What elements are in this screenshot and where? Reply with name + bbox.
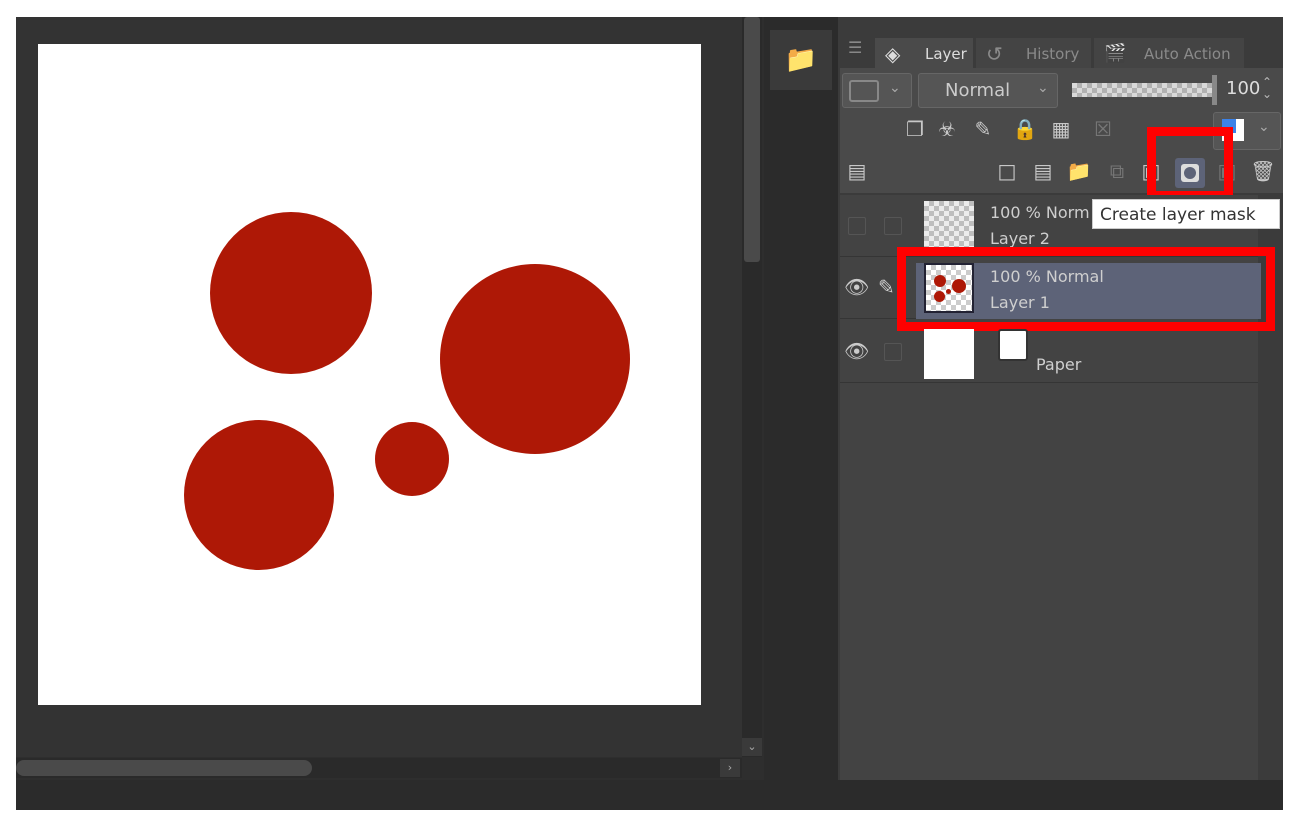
- red-circle: [375, 422, 449, 496]
- edit-toggle[interactable]: [884, 343, 902, 361]
- reference-layer-icon[interactable]: ☣: [932, 114, 962, 144]
- paper-icon: [998, 329, 1028, 361]
- tab-history[interactable]: ↺ History: [976, 38, 1091, 68]
- blend-mode-dropdown[interactable]: Normal ⌄: [918, 73, 1058, 108]
- chevron-down-icon: ⌄: [1037, 80, 1049, 96]
- layer-list-toggle-icon[interactable]: ▤: [842, 156, 872, 186]
- horizontal-scroll-thumb[interactable]: [16, 760, 312, 776]
- pencil-icon[interactable]: ✎: [878, 275, 895, 299]
- trash-icon[interactable]: 🗑: [1248, 156, 1278, 186]
- new-raster-layer-icon[interactable]: □: [992, 156, 1022, 186]
- highlight-create-mask: [1147, 127, 1233, 200]
- tab-auto-action[interactable]: 🎬 Auto Action: [1094, 38, 1244, 68]
- red-circle: [184, 420, 334, 570]
- opacity-value[interactable]: 100: [1226, 78, 1260, 99]
- eye-icon[interactable]: 👁: [844, 339, 869, 363]
- highlight-layer-1: [897, 247, 1275, 331]
- edit-toggle[interactable]: [884, 217, 902, 235]
- layer-thumbnail: [924, 201, 974, 251]
- clapper-icon: 🎬: [1104, 43, 1127, 64]
- red-circle: [210, 212, 372, 374]
- layer-info: 100 % Norm: [990, 203, 1090, 222]
- scroll-right-icon[interactable]: ›: [720, 759, 740, 777]
- draft-layer-icon[interactable]: ✎: [968, 114, 998, 144]
- chevron-down-icon: ⌄: [889, 80, 901, 96]
- eye-icon[interactable]: 👁: [844, 275, 869, 299]
- chevron-down-icon: ⌄: [1258, 119, 1270, 135]
- tooltip: Create layer mask: [1092, 199, 1280, 229]
- red-circle: [440, 264, 630, 454]
- status-bar: [16, 780, 1283, 810]
- canvas-paper[interactable]: [38, 44, 701, 705]
- visibility-toggle[interactable]: [848, 217, 866, 235]
- tab-label: History: [1026, 45, 1080, 63]
- layer-name: Paper: [1036, 355, 1082, 374]
- panel-menu-icon[interactable]: ☰: [848, 38, 862, 57]
- color-swatch-icon: [849, 80, 879, 102]
- opacity-stepper[interactable]: ⌃ ⌄: [1262, 76, 1272, 100]
- new-folder-icon[interactable]: 📁: [1064, 156, 1094, 186]
- mask-disable-icon[interactable]: ☒: [1088, 114, 1118, 144]
- lock-transparency-icon[interactable]: ▦: [1046, 114, 1076, 144]
- copy-layer-icon[interactable]: ⧉: [1102, 156, 1132, 186]
- opacity-slider-handle[interactable]: [1212, 75, 1217, 105]
- scroll-down-icon[interactable]: ⌄: [742, 738, 762, 756]
- opacity-slider[interactable]: [1072, 83, 1212, 97]
- tab-label: Layer: [925, 45, 967, 63]
- lock-icon[interactable]: 🔒: [1010, 114, 1040, 144]
- accessibility-folder-icon[interactable]: 📁: [770, 30, 832, 90]
- layer-color-dropdown[interactable]: ⌄: [842, 73, 912, 108]
- layers-icon: ◈: [885, 42, 901, 66]
- layer-row[interactable]: 👁 Paper: [840, 321, 1258, 383]
- tool-column: [764, 17, 838, 810]
- layer-name: Layer 2: [990, 229, 1050, 248]
- new-vector-layer-icon[interactable]: ▤: [1028, 156, 1058, 186]
- clip-layer-icon[interactable]: ❐: [900, 114, 930, 144]
- blend-mode-value: Normal: [945, 80, 1011, 101]
- history-icon: ↺: [986, 42, 1003, 66]
- tab-label: Auto Action: [1144, 45, 1231, 63]
- vertical-scroll-thumb[interactable]: [744, 17, 760, 262]
- tab-layer[interactable]: ◈ Layer: [875, 38, 973, 68]
- layer-thumbnail: [924, 329, 974, 379]
